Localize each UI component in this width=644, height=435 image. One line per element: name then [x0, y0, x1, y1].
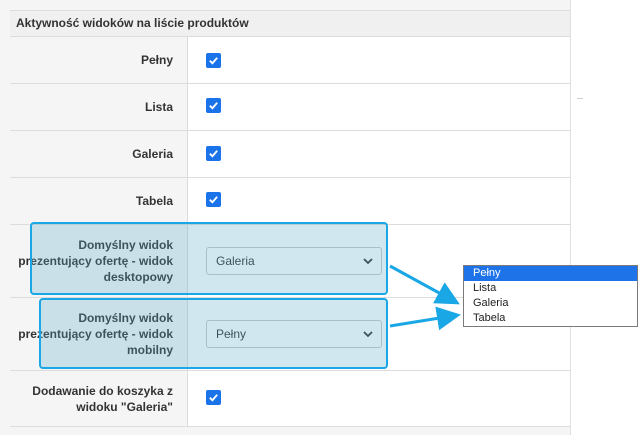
view-options-dropdown: Pełny Lista Galeria Tabela [463, 265, 638, 327]
dropdown-option-pelny[interactable]: Pełny [464, 266, 637, 281]
arrow-icon [389, 306, 461, 331]
annotation-arrows [389, 264, 461, 331]
dropdown-option-galeria[interactable]: Galeria [464, 296, 637, 311]
dropdown-option-lista[interactable]: Lista [464, 281, 637, 296]
dropdown-option-tabela[interactable]: Tabela [464, 311, 637, 326]
arrow-icon [389, 264, 460, 305]
